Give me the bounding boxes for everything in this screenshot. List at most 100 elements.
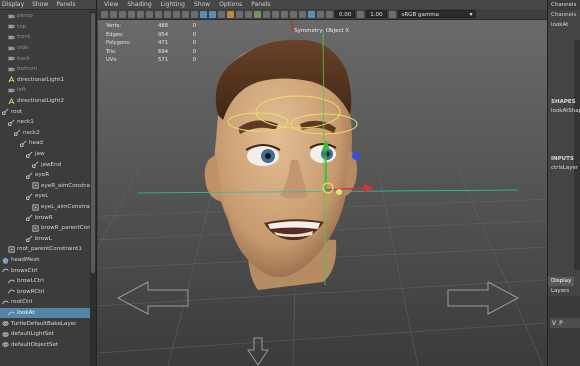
channel-box-scrollbar[interactable] <box>574 40 580 270</box>
outliner-item-label: root <box>11 108 23 115</box>
outliner-item[interactable]: eyeR_aimConstraint1 <box>0 181 96 192</box>
joint-icon <box>7 119 15 126</box>
outliner-item[interactable]: defaultObjectSet <box>0 340 90 351</box>
outliner-item[interactable]: eyeL <box>0 191 90 202</box>
shadows-icon[interactable] <box>245 10 252 18</box>
outliner-item[interactable]: browL <box>0 234 90 245</box>
exposure-icon[interactable] <box>326 10 333 18</box>
viewport-menu-options[interactable]: Options <box>219 1 242 8</box>
outliner-item[interactable]: side <box>0 43 90 54</box>
channel-box-object-name[interactable]: lookAt <box>551 22 568 28</box>
outliner-item[interactable]: browR <box>0 212 90 223</box>
outliner-item[interactable]: bottom <box>0 64 90 75</box>
scene-view[interactable] <box>98 20 547 366</box>
multisample-aa-icon[interactable] <box>272 10 279 18</box>
layer-playback-toggle[interactable]: P <box>559 320 563 327</box>
viewport-menu-panels[interactable]: Panels <box>251 1 270 8</box>
outliner-item[interactable]: eyeL_aimConstraint1 <box>0 202 96 213</box>
outliner-item-label: top <box>17 23 27 30</box>
smooth-shade-icon[interactable] <box>209 10 216 18</box>
bookmark-icon[interactable] <box>119 10 126 18</box>
textured-icon[interactable] <box>227 10 234 18</box>
outliner-item[interactable]: head <box>0 138 90 149</box>
safe-title-icon[interactable] <box>191 10 198 18</box>
viewport-menu-shading[interactable]: Shading <box>127 1 151 8</box>
gate-mask-icon[interactable] <box>164 10 171 18</box>
grid-icon[interactable] <box>137 10 144 18</box>
wireframe-icon[interactable] <box>200 10 207 18</box>
outliner-item[interactable]: browRCtrl <box>0 287 90 298</box>
outliner-item[interactable]: browLCtrl <box>0 276 90 287</box>
safe-action-icon[interactable] <box>182 10 189 18</box>
layer-visibility-toggle[interactable]: V <box>552 320 556 327</box>
screen-space-ao-icon[interactable] <box>254 10 261 18</box>
outliner-item[interactable]: browsCtrl <box>0 265 90 276</box>
outliner-item-label: browsCtrl <box>11 267 38 274</box>
outliner-item[interactable]: back <box>0 53 90 64</box>
field-chart-icon[interactable] <box>173 10 180 18</box>
camera-attributes-icon[interactable] <box>110 10 117 18</box>
xray-icon[interactable] <box>299 10 306 18</box>
outliner-item[interactable]: jawEnd <box>0 159 90 170</box>
layers-menu[interactable]: Layers <box>551 288 569 294</box>
outliner-item[interactable]: left <box>0 85 90 96</box>
inputs-label: INPUTS <box>551 156 574 162</box>
outliner-menu-show[interactable]: Show <box>32 1 48 8</box>
outliner-scrollbar[interactable] <box>90 11 96 366</box>
channel-box-title[interactable]: Channels <box>551 2 576 8</box>
image-plane-icon[interactable] <box>128 10 135 18</box>
outliner-item[interactable]: jaw <box>0 149 90 160</box>
wireframe-on-shaded-icon[interactable] <box>218 10 225 18</box>
outliner-item[interactable]: headMesh <box>0 255 90 266</box>
isolate-select-icon[interactable] <box>290 10 297 18</box>
viewport-menubar: View Shading Lighting Show Options Panel… <box>98 0 547 9</box>
outliner-item[interactable]: root_parentConstraint1 <box>0 244 90 255</box>
motion-blur-icon[interactable] <box>263 10 270 18</box>
channel-box-menu-channels[interactable]: Channels <box>551 12 576 18</box>
set-icon <box>2 331 9 338</box>
outliner-menu-panels[interactable]: Panels <box>56 1 75 8</box>
viewport-menu-view[interactable]: View <box>104 1 118 8</box>
outliner-item[interactable]: directionalLight2 <box>0 96 90 107</box>
shape-node-name[interactable]: lookAtShape <box>551 108 580 114</box>
outliner-item[interactable]: top <box>0 22 90 33</box>
joint-icon <box>1 108 9 116</box>
camera-icon <box>8 23 15 30</box>
gamma-field[interactable]: 1.00 <box>366 10 387 18</box>
outliner-item[interactable]: defaultLightSet <box>0 329 90 340</box>
color-space-select[interactable]: sRGB gamma <box>397 10 476 19</box>
resolution-gate-icon[interactable] <box>155 10 162 18</box>
color-management-icon[interactable] <box>388 10 396 18</box>
outliner-item-label: eyeL <box>35 193 49 200</box>
use-all-lights-icon[interactable] <box>236 10 243 18</box>
viewport-menu-lighting[interactable]: Lighting <box>161 1 185 8</box>
outliner-item[interactable]: TurtleDefaultBakeLayer <box>0 318 90 329</box>
outliner-item[interactable]: root <box>0 106 90 117</box>
xray-joints-icon[interactable] <box>308 10 315 18</box>
select-camera-icon[interactable] <box>101 10 108 18</box>
outliner-menu-display[interactable]: Display <box>2 1 24 8</box>
outliner-item[interactable]: front <box>0 32 90 43</box>
depth-of-field-icon[interactable] <box>281 10 288 18</box>
gamma-icon[interactable] <box>357 10 365 18</box>
outliner-item[interactable]: directionalLight1 <box>0 75 90 86</box>
xray-components-icon[interactable] <box>317 10 324 18</box>
tab-display[interactable]: Display <box>548 277 575 286</box>
outliner-item[interactable]: persp <box>0 11 90 22</box>
outliner-item[interactable]: neck2 <box>0 128 90 139</box>
viewport-menu-show[interactable]: Show <box>194 1 210 8</box>
outliner-item[interactable]: browR_parentConstrai <box>0 223 96 234</box>
input-node-name[interactable]: ctrlsLayer <box>551 165 578 171</box>
exposure-field[interactable]: 0.00 <box>335 10 356 18</box>
outliner-item[interactable]: rootCtrl <box>0 297 90 308</box>
film-gate-icon[interactable] <box>146 10 153 18</box>
outliner-item[interactable]: eyeR <box>0 170 90 181</box>
outliner-item[interactable]: neck1 <box>0 117 90 128</box>
constraint-icon <box>32 225 39 232</box>
outliner-scroll-thumb[interactable] <box>91 13 95 273</box>
outliner-item-label: back <box>17 55 31 62</box>
outliner-item[interactable]: lookAt <box>0 307 90 319</box>
layer-row[interactable]: V P <box>550 318 580 328</box>
mesh-icon <box>2 256 9 264</box>
viewport-panel[interactable]: View Shading Lighting Show Options Panel… <box>98 0 547 366</box>
